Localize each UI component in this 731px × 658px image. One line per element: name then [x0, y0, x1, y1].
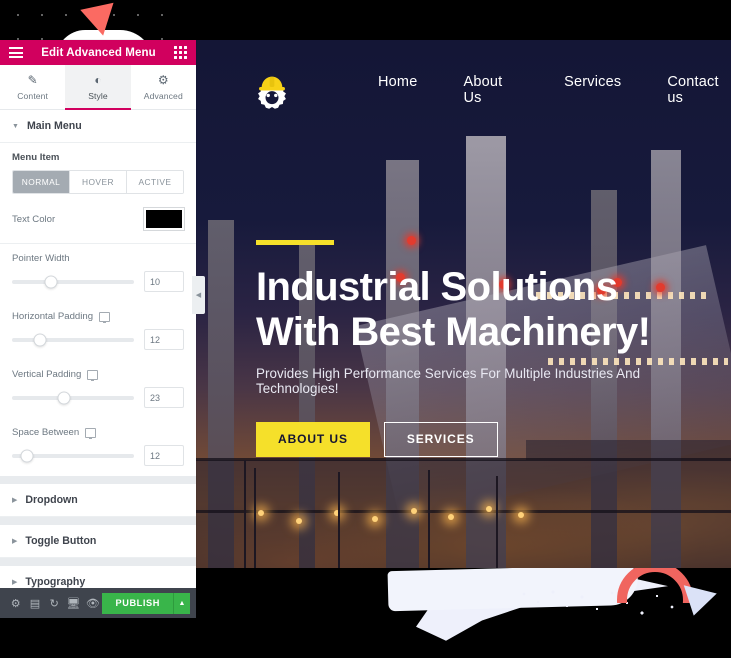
responsive-mode-icon[interactable]: 🖥 — [64, 588, 83, 618]
horizontal-padding-slider[interactable] — [12, 333, 134, 346]
vertical-padding-slider-row — [12, 387, 184, 408]
grid-icon[interactable] — [174, 46, 187, 59]
section-dropdown[interactable]: ▶ Dropdown — [0, 484, 196, 517]
preview-eye-icon[interactable]: 👁 — [83, 588, 102, 618]
hero-section: Industrial Solutions With Best Machinery… — [256, 240, 696, 457]
hero-accent-rule — [256, 240, 334, 245]
chevron-left-icon: ◀ — [195, 292, 202, 299]
responsive-monitor-icon[interactable] — [87, 369, 99, 381]
horizontal-padding-input[interactable] — [144, 329, 184, 350]
section-typography[interactable]: ▶ Typography — [0, 566, 196, 588]
responsive-monitor-icon[interactable] — [85, 427, 97, 439]
hero-heading-line-2: With Best Machinery! — [256, 309, 651, 354]
website-preview: Home About Us Services Contact us Indust… — [196, 40, 731, 568]
site-nav-links: Home About Us Services Contact us — [378, 74, 731, 106]
publish-group: PUBLISH ▲ — [102, 592, 191, 614]
state-normal[interactable]: NORMAL — [13, 171, 70, 193]
vertical-padding-label: Vertical Padding — [12, 369, 184, 381]
section-main-menu-label: Main Menu — [26, 120, 82, 132]
hero-subheading: Provides High Performance Services For M… — [256, 365, 641, 396]
space-between-input[interactable] — [144, 445, 184, 466]
space-between-slider[interactable] — [12, 449, 134, 462]
section-typography-label: Typography — [25, 576, 86, 588]
control-horizontal-padding: Horizontal Padding — [0, 302, 196, 360]
hero-heading-line-1: Industrial Solutions — [256, 265, 618, 309]
tab-content[interactable]: ✎ Content — [0, 65, 65, 109]
menu-item-label: Menu Item — [12, 152, 60, 163]
elementor-editor-panel: Edit Advanced Menu ✎ Content ◐ Style ⚙ A… — [0, 40, 196, 618]
section-main-menu[interactable]: ▼ Main Menu — [0, 110, 196, 143]
hard-hat-gear-logo[interactable] — [254, 71, 290, 109]
horizontal-padding-slider-row — [12, 329, 184, 350]
nav-link-home[interactable]: Home — [378, 74, 417, 106]
nav-link-services[interactable]: Services — [564, 74, 621, 106]
publish-button[interactable]: PUBLISH — [102, 592, 174, 614]
vertical-padding-slider[interactable] — [12, 391, 134, 404]
space-between-slider-row — [12, 445, 184, 466]
panel-body: ▼ Main Menu Menu Item NORMAL HOVER ACTIV… — [0, 110, 196, 588]
section-gap — [0, 558, 196, 566]
nav-link-contact-us[interactable]: Contact us — [667, 74, 731, 106]
hero-heading: Industrial Solutions With Best Machinery… — [256, 265, 696, 355]
text-color-swatch[interactable] — [144, 208, 184, 230]
chevron-right-icon: ▶ — [12, 578, 18, 586]
tab-style[interactable]: ◐ Style — [65, 65, 131, 110]
control-space-between: Space Between — [0, 418, 196, 476]
pointer-width-slider[interactable] — [12, 275, 134, 288]
responsive-monitor-icon[interactable] — [99, 311, 111, 323]
section-dropdown-label: Dropdown — [25, 494, 78, 506]
settings-gear-icon[interactable]: ⚙ — [6, 588, 25, 618]
section-toggle-button[interactable]: ▶ Toggle Button — [0, 525, 196, 558]
panel-footer-toolbar: ⚙ ▤ ↻ 🖥 👁 PUBLISH ▲ — [0, 588, 196, 618]
chevron-right-icon: ▶ — [12, 496, 18, 504]
section-gap — [0, 517, 196, 525]
panel-collapse-handle[interactable]: ◀ — [192, 276, 205, 314]
tab-advanced[interactable]: ⚙ Advanced — [131, 65, 196, 109]
section-gap — [0, 476, 196, 484]
section-toggle-button-label: Toggle Button — [25, 535, 97, 547]
control-menu-item-state: Menu Item NORMAL HOVER ACTIVE — [0, 143, 196, 204]
control-text-color: Text Color — [0, 204, 196, 243]
tab-style-label: Style — [88, 91, 108, 101]
space-between-slider-knob[interactable] — [20, 449, 34, 462]
navigator-layers-icon[interactable]: ▤ — [25, 588, 44, 618]
control-vertical-padding: Vertical Padding — [0, 360, 196, 418]
tab-advanced-label: Advanced — [143, 91, 183, 101]
control-pointer-width: Pointer Width — [0, 244, 196, 302]
chevron-up-icon[interactable]: ▲ — [173, 592, 191, 614]
vertical-padding-slider-knob[interactable] — [57, 391, 71, 404]
contrast-icon: ◐ — [94, 73, 102, 87]
pointer-width-slider-knob[interactable] — [44, 275, 58, 288]
chevron-right-icon: ▶ — [12, 537, 18, 545]
panel-title: Edit Advanced Menu — [41, 46, 156, 59]
pointer-width-input[interactable] — [144, 271, 184, 292]
history-revisions-icon[interactable]: ↻ — [45, 588, 64, 618]
panel-header: Edit Advanced Menu — [0, 40, 196, 65]
hamburger-icon[interactable] — [9, 47, 23, 58]
horizontal-padding-slider-knob[interactable] — [33, 333, 47, 346]
state-hover[interactable]: HOVER — [70, 171, 127, 193]
state-segmented-control: NORMAL HOVER ACTIVE — [12, 170, 184, 194]
nav-link-about-us[interactable]: About Us — [463, 74, 518, 106]
space-between-label: Space Between — [12, 427, 184, 439]
tab-content-label: Content — [17, 91, 49, 101]
pencil-icon: ✎ — [27, 73, 38, 87]
pointer-width-slider-row — [12, 271, 184, 292]
pointer-width-label: Pointer Width — [12, 253, 70, 264]
gear-icon: ⚙ — [157, 73, 169, 87]
site-navbar: Home About Us Services Contact us — [196, 40, 731, 140]
horizontal-padding-label: Horizontal Padding — [12, 311, 184, 323]
vertical-padding-input[interactable] — [144, 387, 184, 408]
panel-tabs: ✎ Content ◐ Style ⚙ Advanced — [0, 65, 196, 110]
services-button[interactable]: SERVICES — [383, 421, 498, 457]
state-active[interactable]: ACTIVE — [127, 171, 183, 193]
hero-cta-group: ABOUT US SERVICES — [256, 421, 696, 457]
text-color-label: Text Color — [12, 213, 56, 225]
about-us-button[interactable]: ABOUT US — [256, 421, 370, 457]
chevron-down-icon: ▼ — [12, 122, 19, 130]
